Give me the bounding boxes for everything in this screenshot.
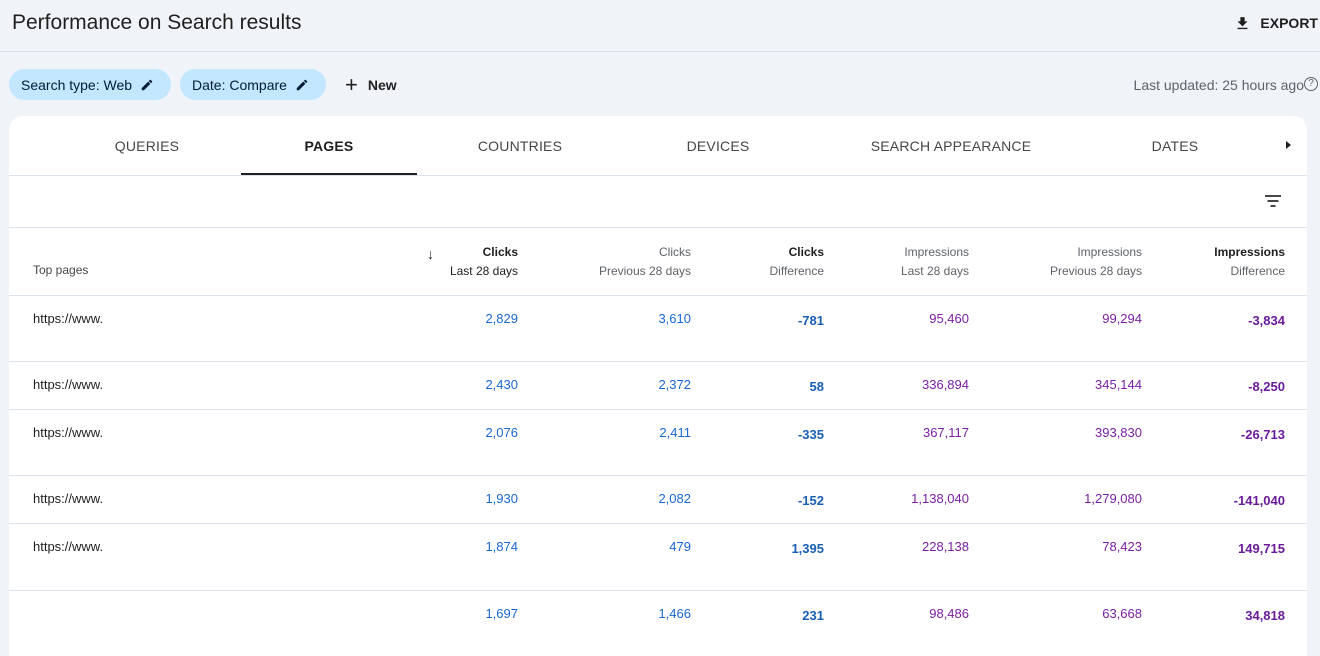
date-chip[interactable]: Date: Compare <box>180 69 326 100</box>
impressions-prev-value: 78,423 <box>1102 539 1142 554</box>
table-header: Top pages ↓ Clicks Last 28 days Clicks P… <box>9 228 1307 296</box>
clicks-last-value: 1,697 <box>485 606 518 621</box>
page-url[interactable]: https://www. <box>33 491 103 506</box>
tab-dates[interactable]: DATES <box>1105 116 1245 175</box>
column-header-impressions-last[interactable]: Impressions Last 28 days <box>901 243 969 281</box>
clicks-last-value: 2,076 <box>485 425 518 440</box>
column-header-top-pages[interactable]: Top pages <box>33 261 88 280</box>
table-row[interactable]: https://www. 1,930 2,082 -152 1,138,040 … <box>9 476 1307 524</box>
edit-pencil-icon <box>141 79 153 90</box>
table-row[interactable]: https://www. 1,874 479 1,395 228,138 78,… <box>9 524 1307 591</box>
download-icon <box>1237 16 1248 29</box>
impressions-last-value: 228,138 <box>922 539 969 554</box>
clicks-prev-value: 3,610 <box>658 311 691 326</box>
clicks-diff-value: -152 <box>797 493 824 508</box>
tab-countries[interactable]: COUNTRIES <box>439 116 601 175</box>
column-header-impressions-prev[interactable]: Impressions Previous 28 days <box>1050 243 1142 281</box>
impressions-prev-value: 345,144 <box>1095 377 1142 392</box>
clicks-last-value: 1,930 <box>485 491 518 506</box>
report-card: QUERIES PAGES COUNTRIES DEVICES SEARCH A… <box>9 116 1307 656</box>
export-label: EXPORT <box>1260 15 1318 31</box>
column-header-clicks-prev[interactable]: Clicks Previous 28 days <box>599 243 691 281</box>
help-icon[interactable]: ? <box>1304 77 1318 91</box>
impressions-prev-value: 99,294 <box>1102 311 1142 326</box>
impressions-diff-value: -26,713 <box>1240 427 1285 442</box>
column-header-clicks-last[interactable]: Clicks Last 28 days <box>450 243 518 281</box>
dimension-tabs: QUERIES PAGES COUNTRIES DEVICES SEARCH A… <box>9 116 1307 176</box>
table-row[interactable]: https://www. 2,829 3,610 -781 95,460 99,… <box>9 296 1307 362</box>
clicks-diff-value: -335 <box>797 427 824 442</box>
active-tab-indicator <box>241 173 417 175</box>
impressions-diff-value: -8,250 <box>1248 379 1285 394</box>
clicks-diff-value: 1,395 <box>791 541 824 556</box>
clicks-prev-value: 2,372 <box>658 377 691 392</box>
impressions-diff-value: -3,834 <box>1248 313 1285 328</box>
impressions-diff-value: -141,040 <box>1233 493 1285 508</box>
impressions-last-value: 95,460 <box>929 311 969 326</box>
page-url[interactable]: https://www. <box>33 425 103 440</box>
new-filter-button[interactable]: + New <box>345 69 397 100</box>
impressions-last-value: 1,138,040 <box>911 491 969 506</box>
clicks-last-value: 2,829 <box>485 311 518 326</box>
page-url[interactable]: https://www. <box>33 539 103 554</box>
clicks-diff-value: 231 <box>802 608 824 623</box>
clicks-last-value: 2,430 <box>485 377 518 392</box>
page-title: Performance on Search results <box>12 11 302 34</box>
new-label: New <box>367 76 397 93</box>
page-header: Performance on Search results EXPORT <box>0 0 1320 52</box>
tab-search-appearance[interactable]: SEARCH APPEARANCE <box>849 116 1053 175</box>
clicks-prev-value: 1,466 <box>658 606 691 621</box>
filter-bar: Search type: Web Date: Compare + New Las… <box>0 69 1320 101</box>
edit-pencil-icon <box>296 79 308 90</box>
impressions-last-value: 98,486 <box>929 606 969 621</box>
date-label: Date: Compare <box>192 76 287 93</box>
table-row[interactable]: 1,697 1,466 231 98,486 63,668 34,818 <box>9 591 1307 639</box>
clicks-last-value: 1,874 <box>485 539 518 554</box>
sort-descending-icon: ↓ <box>427 246 434 262</box>
clicks-prev-value: 2,082 <box>658 491 691 506</box>
impressions-diff-value: 149,715 <box>1238 541 1285 556</box>
impressions-last-value: 336,894 <box>922 377 969 392</box>
clicks-diff-value: -781 <box>797 313 824 328</box>
tab-queries[interactable]: QUERIES <box>65 116 229 175</box>
page-url[interactable]: https://www. <box>33 377 103 392</box>
plus-icon: + <box>345 71 358 97</box>
search-type-label: Search type: Web <box>21 76 133 93</box>
impressions-diff-value: 34,818 <box>1245 608 1285 623</box>
tab-devices[interactable]: DEVICES <box>637 116 799 175</box>
tabs-scroll-right-icon[interactable] <box>1284 138 1294 152</box>
table-row[interactable]: https://www. 2,430 2,372 58 336,894 345,… <box>9 362 1307 410</box>
impressions-prev-value: 393,830 <box>1095 425 1142 440</box>
column-header-clicks-diff[interactable]: Clicks Difference <box>770 243 824 281</box>
page-url[interactable]: https://www. <box>33 311 103 326</box>
table-toolbar <box>9 176 1307 228</box>
clicks-prev-value: 2,411 <box>659 425 691 440</box>
search-type-chip[interactable]: Search type: Web <box>9 69 171 100</box>
export-button[interactable]: EXPORT <box>1234 12 1318 34</box>
filter-rows-icon[interactable] <box>1264 192 1282 210</box>
column-header-impressions-diff[interactable]: Impressions Difference <box>1214 243 1285 281</box>
impressions-prev-value: 1,279,080 <box>1084 491 1142 506</box>
clicks-prev-value: 479 <box>669 539 691 554</box>
clicks-diff-value: 58 <box>809 379 824 394</box>
last-updated-text: Last updated: 25 hours ago <box>1133 77 1304 93</box>
impressions-prev-value: 63,668 <box>1102 606 1142 621</box>
table-row[interactable]: https://www. 2,076 2,411 -335 367,117 39… <box>9 410 1307 476</box>
tab-pages[interactable]: PAGES <box>241 116 417 175</box>
impressions-last-value: 367,117 <box>922 425 969 440</box>
